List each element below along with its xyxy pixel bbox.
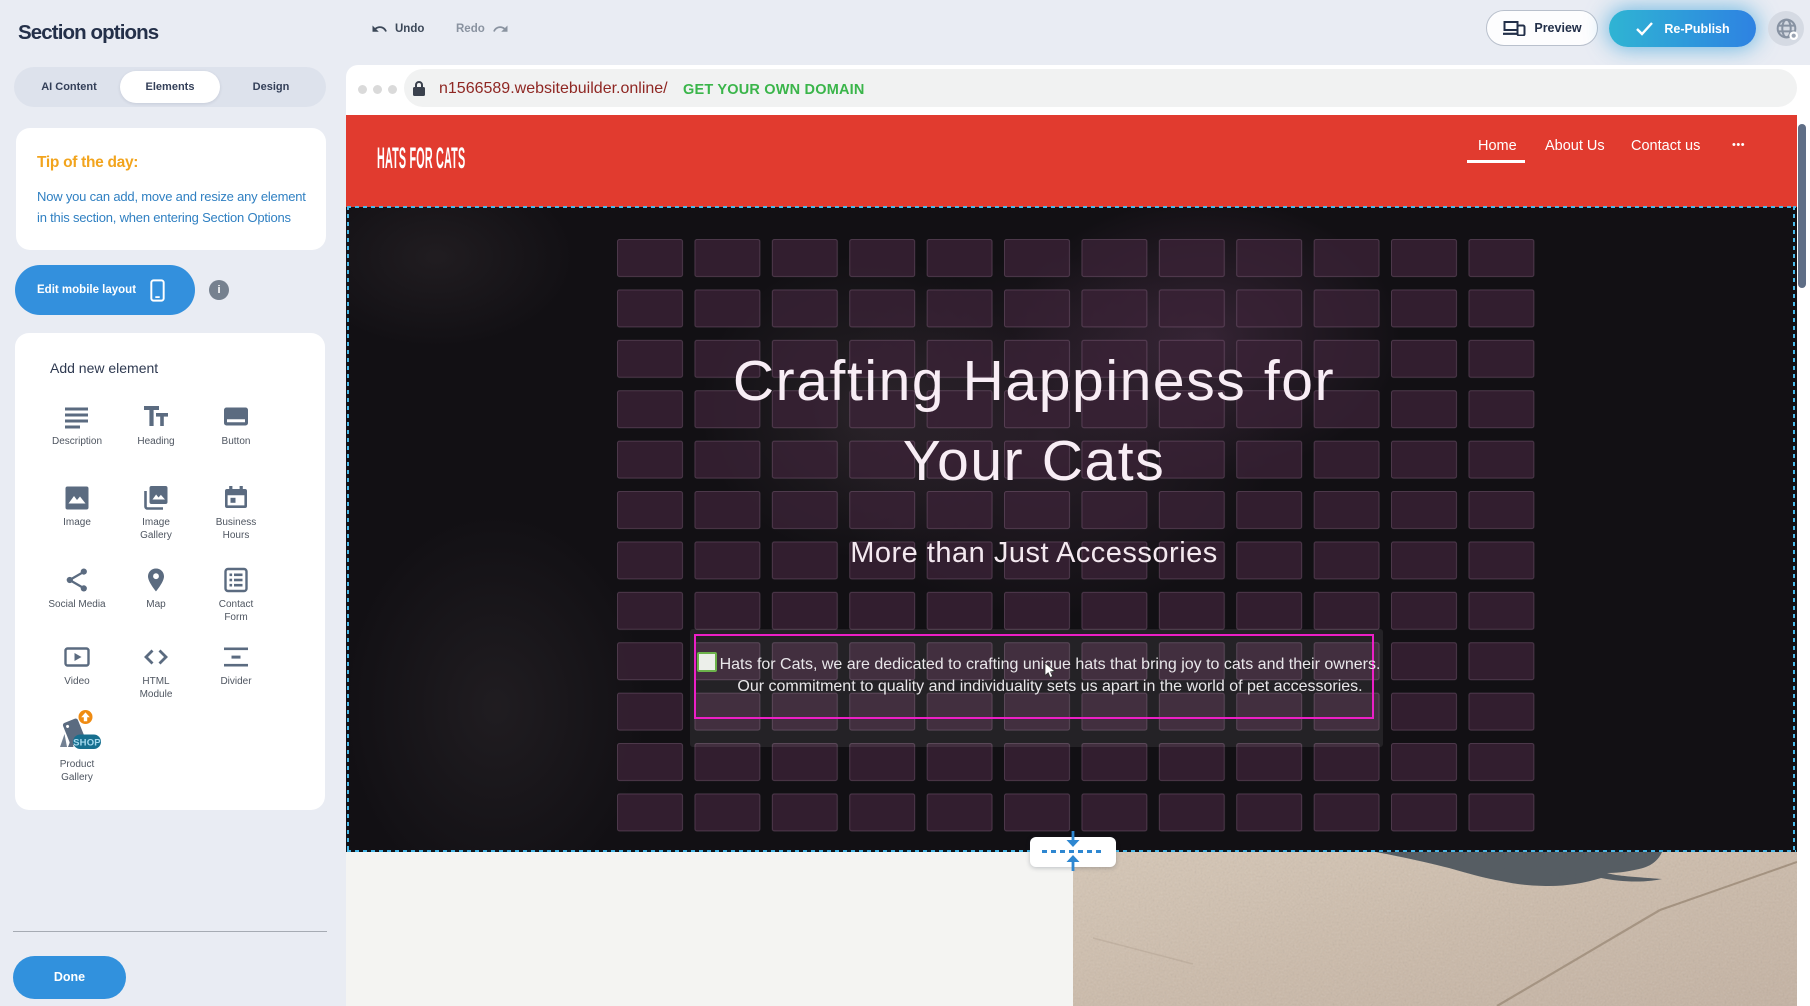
- svg-text:SHOP: SHOP: [73, 738, 101, 749]
